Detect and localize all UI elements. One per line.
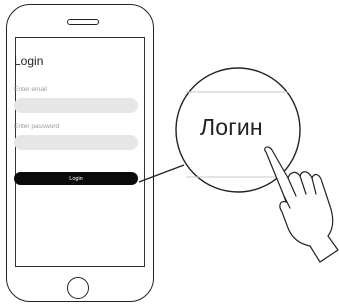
magnifier-pointer-line (138, 164, 185, 183)
tapping-hand-icon (264, 146, 339, 263)
magnifier-label: Логин (200, 114, 263, 140)
magnifier-overlay (138, 67, 339, 263)
